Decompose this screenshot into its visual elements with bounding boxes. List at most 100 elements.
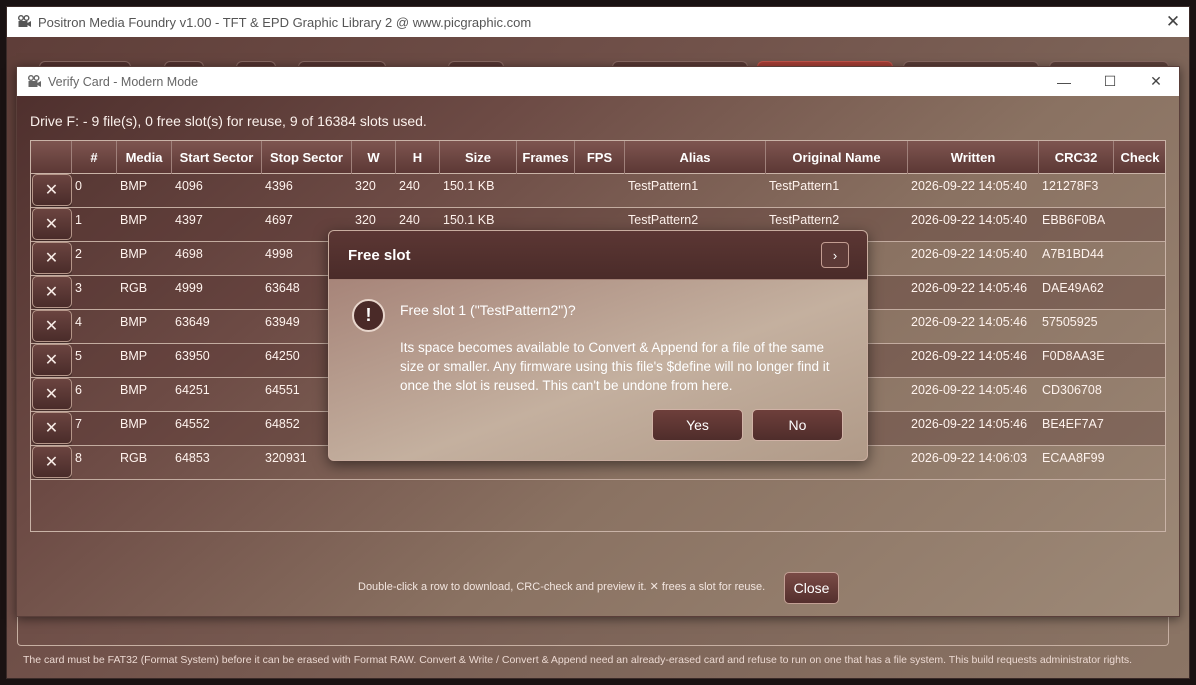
column-header-fps[interactable]: FPS [575,141,625,174]
start-sector-cell: 63649 [175,315,210,329]
maximize-button[interactable]: ☐ [1087,67,1133,96]
crc32-cell: F0D8AA3E [1042,349,1105,363]
num-cell: 6 [75,383,82,397]
dialog-header: Free slot › [329,231,867,280]
chevron-right-icon[interactable]: › [821,242,849,268]
written-cell: 2026-09-22 14:05:46 [911,281,1028,295]
column-header-media[interactable]: Media [117,141,172,174]
check-cell [1114,412,1165,445]
written-cell: 2026-09-22 14:05:40 [911,213,1028,227]
minimize-button[interactable]: — [1041,67,1087,96]
column-header-start-sector[interactable]: Start Sector [172,141,262,174]
main-footer-note: The card must be FAT32 (Format System) b… [23,654,1133,666]
media-cell: BMP [120,383,148,397]
start-sector-cell: 4698 [175,247,203,261]
column-header-alias[interactable]: Alias [625,141,766,174]
delete-cell: ✕ [31,276,72,309]
close-button[interactable]: Close [784,572,839,604]
check-cell [1114,208,1165,241]
media-cell: BMP [120,179,148,193]
free-slot-button[interactable]: ✕ [31,412,72,444]
num-cell: 1 [75,213,82,227]
size-cell: 150.1 KB [443,179,495,193]
written-cell: 2026-09-22 14:05:46 [911,315,1028,329]
free-slot-dialog: Free slot › ! Free slot 1 ("TestPattern2… [328,230,868,461]
alias-cell: TestPattern1 [628,179,699,193]
crc32-cell: CD306708 [1042,383,1102,397]
start-sector-cell: 63950 [175,349,210,363]
dialog-title: Free slot [348,246,411,264]
check-cell [1114,378,1165,411]
delete-cell: ✕ [31,208,72,241]
column-header-crc32[interactable]: CRC32 [1039,141,1114,174]
free-slot-button[interactable]: ✕ [31,344,72,376]
no-button[interactable]: No [752,409,843,441]
table-header: # Media Start Sector Stop Sector W H Size Frame… [31,141,1165,174]
check-cell [1114,344,1165,377]
media-cell: RGB [120,451,148,465]
delete-cell: ✕ [31,378,72,411]
free-slot-button[interactable]: ✕ [31,446,72,478]
width-cell: 320 [355,179,376,193]
free-slot-button[interactable]: ✕ [31,174,72,206]
start-sector-cell: 4397 [175,213,203,227]
drive-info-text: Drive F: - 9 file(s), 0 free slot(s) for… [30,113,427,129]
num-cell: 7 [75,417,82,431]
num-cell: 5 [75,349,82,363]
num-cell: 0 [75,179,82,193]
column-header-frames[interactable]: Frames [517,141,575,174]
original-name-cell: TestPattern1 [769,179,840,193]
num-cell: 2 [75,247,82,261]
start-sector-cell: 4999 [175,281,203,295]
written-cell: 2026-09-22 14:06:03 [911,451,1028,465]
check-cell [1114,242,1165,275]
main-titlebar[interactable]: Positron Media Foundry v1.00 - TFT & EPD… [7,7,1189,37]
written-cell: 2026-09-22 14:05:46 [911,417,1028,431]
delete-cell: ✕ [31,412,72,445]
delete-cell: ✕ [31,446,72,479]
column-header-height[interactable]: H [396,141,440,174]
verify-close-icon-button[interactable]: ✕ [1133,67,1179,96]
free-slot-button[interactable]: ✕ [31,310,72,342]
start-sector-cell: 64853 [175,451,210,465]
crc32-cell: DAE49A62 [1042,281,1104,295]
main-close-button[interactable]: ✕ [1159,8,1187,36]
film-camera-icon [16,14,32,30]
free-slot-button[interactable]: ✕ [31,208,72,240]
crc32-cell: 57505925 [1042,315,1098,329]
dialog-body: Its space becomes available to Convert &… [400,340,830,393]
media-cell: BMP [120,315,148,329]
written-cell: 2026-09-22 14:05:40 [911,247,1028,261]
exclamation-icon: ! [352,299,385,332]
free-slot-button[interactable]: ✕ [31,242,72,274]
delete-cell: ✕ [31,242,72,275]
column-header-stop-sector[interactable]: Stop Sector [262,141,352,174]
column-header-num[interactable]: # [72,141,117,174]
fps-cell [575,174,625,207]
check-cell [1114,276,1165,309]
column-header-written[interactable]: Written [908,141,1039,174]
delete-cell: ✕ [31,344,72,377]
table-row[interactable]: ✕ 0 BMP 4096 4396 320 240 150.1 KB TestPattern1 T… [31,174,1165,208]
delete-cell: ✕ [31,310,72,343]
crc32-cell: A7B1BD44 [1042,247,1104,261]
verify-titlebar[interactable]: Verify Card - Modern Mode — ☐ ✕ [17,67,1179,96]
free-slot-button[interactable]: ✕ [31,276,72,308]
yes-button[interactable]: Yes [652,409,743,441]
media-cell: BMP [120,213,148,227]
height-cell: 240 [399,179,420,193]
column-header-check[interactable]: Check [1114,141,1165,174]
background-toolbar [7,37,1189,81]
crc32-cell: EBB6F0BA [1042,213,1106,227]
media-cell: BMP [120,349,148,363]
main-window-title: Positron Media Foundry v1.00 - TFT & EPD… [38,14,532,30]
check-cell [1114,174,1165,207]
free-slot-button[interactable]: ✕ [31,378,72,410]
column-header-original-name[interactable]: Original Name [766,141,908,174]
column-header-size[interactable]: Size [440,141,517,174]
column-header-delete[interactable] [31,141,72,174]
crc32-cell: ECAA8F99 [1042,451,1105,465]
media-cell: RGB [120,281,148,295]
column-header-width[interactable]: W [352,141,396,174]
start-sector-cell: 64251 [175,383,210,397]
